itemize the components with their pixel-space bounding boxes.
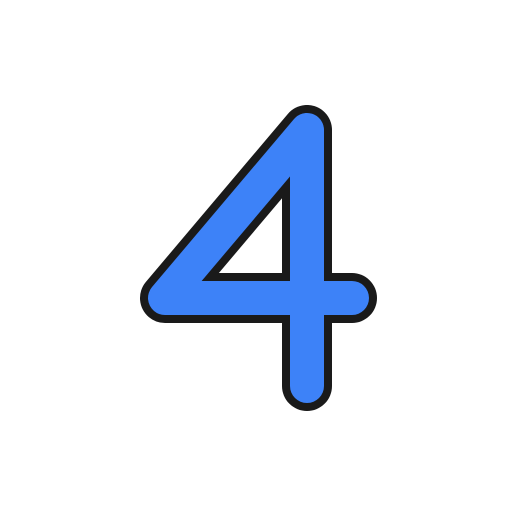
icon-canvas bbox=[0, 0, 512, 512]
number-four-icon bbox=[140, 105, 377, 411]
number-four-glyph bbox=[140, 105, 377, 411]
number-four-fill bbox=[148, 113, 369, 403]
